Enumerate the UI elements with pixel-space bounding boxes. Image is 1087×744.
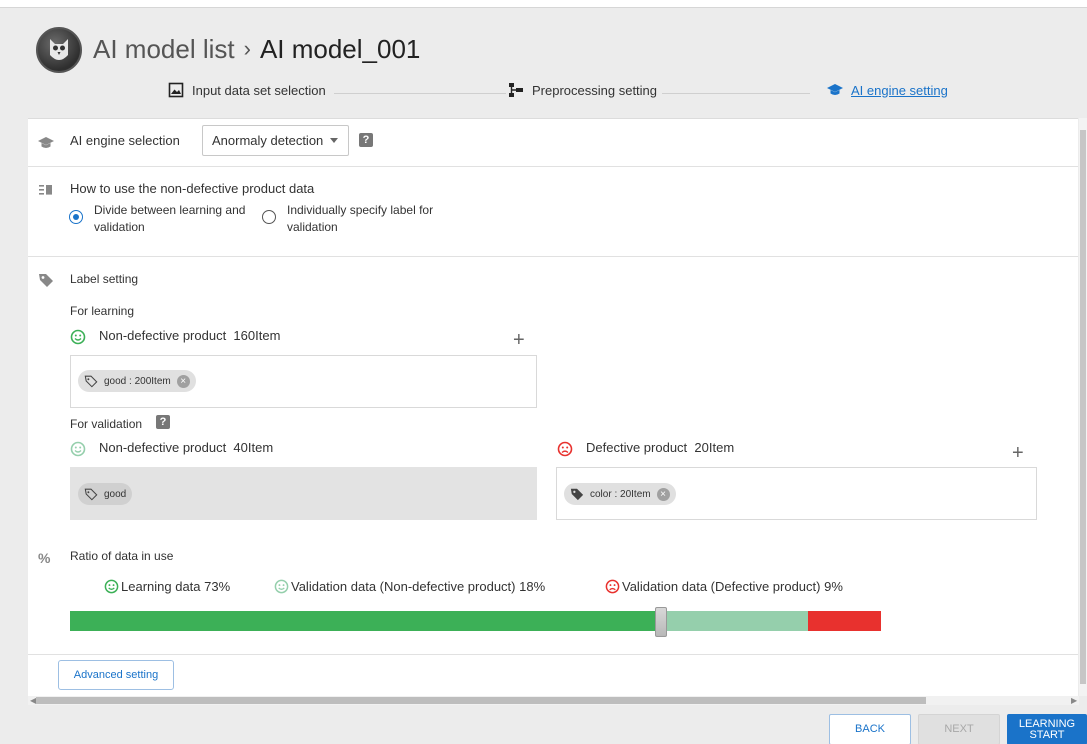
graduation-cap-icon [38,137,54,148]
back-button[interactable]: BACK [829,714,911,744]
step-ai-engine[interactable]: AI engine setting [827,82,948,98]
validation-heading: For validation [70,417,143,431]
chevron-down-icon [330,138,339,143]
radio-empty-icon [262,210,276,224]
product-count: 40Item [233,440,274,455]
step-label: AI engine setting [851,82,948,98]
horizontal-scroll-thumb[interactable] [36,697,926,704]
radio-label: Individually specify label for validatio… [287,203,434,234]
learning-product: Non-defective product 160Item [99,328,280,343]
owl-logo [36,27,82,73]
label-section: Label setting For learning Non-defective… [28,257,1078,655]
percent-icon: % [38,550,51,566]
engine-section: AI engine selection Anormaly detection ? [28,119,1078,167]
next-button[interactable]: NEXT [918,714,1000,744]
tag-outline-icon [84,375,98,388]
product-name: Defective product [586,440,688,455]
step-connector [662,93,810,94]
tag-outline-icon [84,488,98,501]
ratio-bar [70,611,881,631]
step-input-data[interactable]: Input data set selection [168,82,326,98]
chip-label: good : 200Item [104,375,171,387]
smiley-icon [274,579,289,594]
window-top-bar [0,0,1087,8]
image-icon [168,82,184,98]
radio-individual[interactable]: Individually specify label for validatio… [262,202,437,236]
validation-good-tag-box: good [70,467,537,520]
breadcrumb-separator: › [243,36,251,61]
engine-dropdown[interactable]: Anormaly detection [202,125,349,156]
smiley-icon [104,579,119,594]
chip-label: good [104,488,127,500]
tag-icon [39,274,53,287]
help-icon[interactable]: ? [156,415,170,429]
page-header: AI model list › AI model_001 Input data se… [0,8,1087,118]
sad-face-icon [605,579,620,594]
validation-bad-tag-box[interactable]: color : 20Item × [556,467,1037,520]
label-chip: good [78,483,133,505]
label-chip: good : 200Item × [78,370,196,392]
breadcrumb: AI model list › AI model_001 [93,34,420,65]
add-label-button[interactable]: + [1012,443,1024,463]
step-indicator: Input data set selection Preprocessing s… [165,82,995,104]
product-count: 20Item [694,440,735,455]
advanced-setting-button[interactable]: Advanced setting [58,660,174,690]
tag-icon [570,488,584,501]
ratio-title: Ratio of data in use [70,549,174,563]
validation-bad-product: Defective product 20Item [586,440,734,455]
remove-chip-icon[interactable]: × [176,374,190,388]
scroll-right-icon[interactable]: ▶ [1071,696,1077,705]
settings-panel: AI engine selection Anormaly detection ?… [28,118,1078,696]
legend-label: Validation data (Non-defective product) … [291,579,546,594]
legend-validation-good: Validation data (Non-defective product) … [274,579,545,594]
step-connector [334,93,506,94]
add-label-button[interactable]: + [513,330,525,350]
learning-tag-box[interactable]: good : 200Item × [70,355,537,408]
chip-label: color : 20Item [590,488,651,500]
legend-label: Validation data (Defective product) 9% [622,579,843,594]
ratio-slider-handle[interactable] [655,607,667,637]
engine-label: AI engine selection [70,133,180,148]
usage-section: How to use the non-defective product dat… [28,167,1078,257]
legend-label: Learning data 73% [121,579,231,594]
graduation-cap-icon [827,84,843,95]
start-line2: START [1029,728,1065,741]
breadcrumb-root[interactable]: AI model list [93,34,235,64]
product-name: Non-defective product [99,440,227,455]
remove-chip-icon[interactable]: × [656,487,670,501]
learning-heading: For learning [70,304,135,318]
smiley-icon [70,329,86,345]
validation-good-product: Non-defective product 40Item [99,440,273,455]
flow-icon [509,83,523,97]
page-title: AI model_001 [259,34,421,64]
radio-selected-icon [69,210,83,224]
product-count: 160Item [233,328,281,343]
engine-selected-value: Anormaly detection [212,133,324,148]
legend-validation-bad: Validation data (Defective product) 9% [605,579,843,594]
radio-label: Divide between learning and validation [94,203,246,234]
step-label: Input data set selection [192,82,326,98]
radio-divide[interactable]: Divide between learning and validation [69,202,254,236]
usage-title: How to use the non-defective product dat… [70,181,315,196]
product-name: Non-defective product [99,328,227,343]
label-chip: color : 20Item × [564,483,676,505]
legend-learning: Learning data 73% [104,579,230,594]
vertical-scroll-thumb[interactable] [1080,130,1086,684]
help-icon[interactable]: ? [359,133,373,147]
list-icon [39,185,52,195]
step-preprocessing[interactable]: Preprocessing setting [508,82,657,98]
label-title: Label setting [70,272,139,286]
step-label: Preprocessing setting [532,82,658,98]
smiley-icon [70,441,86,457]
ratio-segment-0 [70,611,663,631]
learning-start-button[interactable]: LEARNING START [1007,714,1087,744]
sad-face-icon [557,441,573,457]
ratio-segment-1 [662,611,808,631]
ratio-segment-2 [807,611,881,631]
